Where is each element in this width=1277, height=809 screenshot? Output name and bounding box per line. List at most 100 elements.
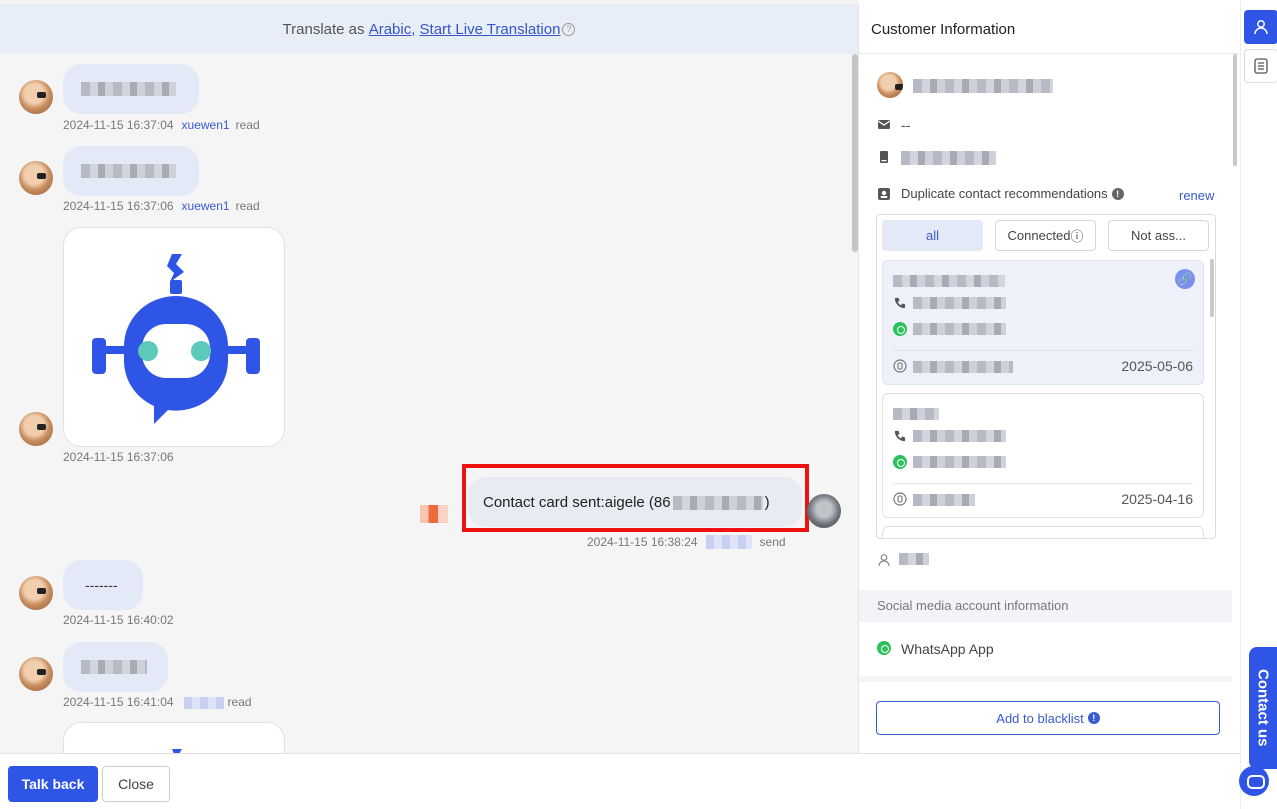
- document-glyph: [1254, 58, 1268, 74]
- message-meta: 2024-11-15 16:41:04 read: [63, 694, 252, 709]
- message-bubble: [63, 642, 168, 692]
- image-message[interactable]: [63, 227, 285, 447]
- info-icon: !: [1087, 712, 1100, 724]
- message-bubble: [63, 64, 199, 114]
- message-timestamp: 2024-11-15 16:37:06: [63, 450, 174, 464]
- redacted-name: [893, 408, 939, 420]
- panel-title: Customer Information: [859, 4, 1239, 54]
- translate-language-link[interactable]: Arabic,: [369, 21, 416, 38]
- message-timestamp: 2024-11-15 16:40:02: [63, 613, 174, 627]
- redacted-owner: [913, 494, 975, 506]
- redacted-phone: [913, 297, 1006, 309]
- duplicate-contact-card[interactable]: 🔗 2025-05-06: [882, 260, 1204, 385]
- divider: [859, 676, 1232, 682]
- redacted-agent: [183, 697, 224, 709]
- redacted-text: [81, 164, 176, 178]
- tab-connected[interactable]: Connected ⓘ: [995, 220, 1096, 251]
- redacted-owner: [913, 361, 1013, 373]
- agent-avatar: [807, 494, 841, 528]
- customer-avatar: [877, 72, 903, 98]
- customer-avatar: [19, 80, 53, 114]
- tab-connected-label: Connected: [1007, 228, 1071, 243]
- divider: [893, 483, 1193, 484]
- customer-avatar: [19, 657, 53, 691]
- link-icon[interactable]: 🔗: [1175, 269, 1195, 289]
- message-agent[interactable]: xuewen1: [182, 118, 230, 132]
- message-status: read: [235, 199, 260, 213]
- customer-avatar: [19, 161, 53, 195]
- message-bubble: [63, 146, 199, 196]
- message-timestamp: 2024-11-15 16:38:24: [587, 535, 698, 549]
- duplicate-label: Duplicate contact recommendations!: [901, 186, 1124, 201]
- message-status: send: [759, 535, 786, 549]
- message-timestamp: 2024-11-15 16:41:04: [63, 695, 174, 709]
- message-text: -------: [85, 577, 118, 593]
- tab-connected-info-icon: ⓘ: [1070, 229, 1084, 244]
- user-icon[interactable]: [1244, 10, 1277, 44]
- whatsapp-icon: [877, 641, 891, 655]
- email-value: --: [901, 117, 911, 133]
- message-bubble: -------: [63, 560, 143, 610]
- info-icon[interactable]: !: [1111, 188, 1124, 200]
- add-to-blacklist-label: Add to blacklist: [996, 710, 1084, 726]
- customer-info-panel: Customer Information -- Duplicate contac…: [858, 4, 1239, 753]
- owner-icon: [893, 492, 907, 506]
- robot-logo-icon: [92, 254, 260, 424]
- panel-scrollbar[interactable]: [1233, 54, 1237, 166]
- start-live-translation-link[interactable]: Start Live Translation: [420, 21, 561, 38]
- add-to-blacklist-button[interactable]: Add to blacklist!: [876, 701, 1220, 735]
- redacted-whatsapp: [913, 456, 1006, 468]
- redacted-agent: [705, 535, 752, 549]
- redacted-phone: [901, 151, 996, 165]
- social-section-header: Social media account information: [859, 590, 1232, 622]
- redacted-phone: [913, 430, 1006, 442]
- question-icon[interactable]: ?: [562, 22, 576, 36]
- translation-flag-icon: [420, 505, 448, 523]
- message-meta: 2024-11-15 16:37:06: [63, 450, 174, 464]
- phone-icon: [894, 297, 906, 309]
- contact-us-tab[interactable]: Contact us: [1249, 647, 1277, 769]
- redacted-name: [913, 79, 1053, 93]
- message-timestamp: 2024-11-15 16:37:04: [63, 118, 174, 132]
- translate-prefix: Translate as: [282, 20, 365, 38]
- phone-icon: [894, 430, 906, 442]
- image-message[interactable]: [63, 722, 285, 753]
- message-agent[interactable]: xuewen1: [182, 199, 230, 213]
- redacted-text: [81, 82, 176, 96]
- message-status: read: [235, 118, 260, 132]
- card-date: 2025-05-06: [1121, 358, 1193, 374]
- user-glyph: [1254, 20, 1268, 35]
- duplicate-contact-card[interactable]: [882, 526, 1204, 538]
- robot-logo-icon: [172, 749, 182, 753]
- tab-not-assigned[interactable]: Not ass...: [1108, 220, 1209, 251]
- whatsapp-app-label[interactable]: WhatsApp App: [901, 641, 994, 657]
- duplicate-scrollbar[interactable]: [1210, 259, 1214, 317]
- chat-bubble-icon[interactable]: [1239, 766, 1269, 796]
- divider: [893, 350, 1193, 351]
- redacted-text: [81, 660, 147, 674]
- highlight-box: [462, 464, 809, 532]
- phone-device-icon: [880, 151, 888, 163]
- user-icon: [878, 554, 890, 567]
- duplicate-contact-card[interactable]: 2025-04-16: [882, 393, 1204, 518]
- redacted-whatsapp: [913, 323, 1006, 335]
- message-meta: 2024-11-15 16:38:24 send: [587, 532, 786, 549]
- whatsapp-icon: [893, 455, 907, 469]
- card-date: 2025-04-16: [1121, 491, 1193, 507]
- redacted-assignee: [899, 553, 929, 565]
- duplicate-contacts-box: all Connectedⓘ Not ass... 🔗 2025-05-06: [876, 214, 1216, 539]
- close-button[interactable]: Close: [102, 766, 170, 802]
- renew-link[interactable]: renew: [1179, 188, 1214, 203]
- message-meta: 2024-11-15 16:40:02: [63, 613, 174, 627]
- document-icon[interactable]: [1244, 49, 1277, 83]
- message-meta: 2024-11-15 16:37:06 xuewen1 read: [63, 199, 260, 213]
- message-timestamp: 2024-11-15 16:37:06: [63, 199, 174, 213]
- bottom-bar: Talk back Close: [0, 753, 1240, 809]
- customer-avatar: [19, 412, 53, 446]
- tab-all[interactable]: all: [882, 220, 983, 251]
- duplicate-label-text: Duplicate contact recommendations: [901, 186, 1108, 201]
- talk-back-button[interactable]: Talk back: [8, 766, 98, 802]
- whatsapp-icon: [893, 322, 907, 336]
- owner-icon: [893, 359, 907, 373]
- redacted-name: [893, 275, 1005, 287]
